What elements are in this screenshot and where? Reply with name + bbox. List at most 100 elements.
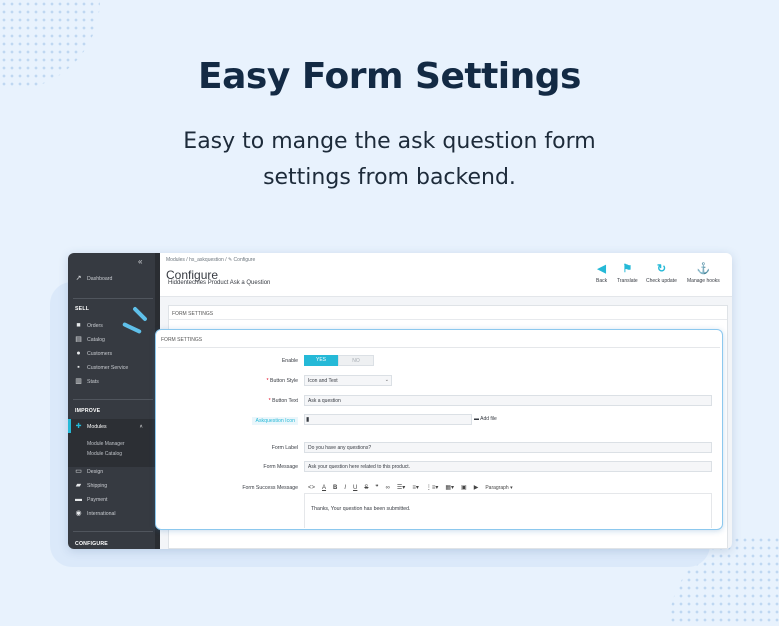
- toggle-yes[interactable]: YES: [304, 355, 338, 366]
- form-label-input[interactable]: Do you have any questions?: [304, 442, 712, 453]
- align-icon[interactable]: ☰▾: [397, 484, 405, 491]
- label-text: Button Style: [270, 378, 298, 384]
- sidebar-item-customer-service[interactable]: ▪ Customer Service: [75, 364, 128, 371]
- image-icon[interactable]: ▣: [461, 484, 467, 491]
- breadcrumb[interactable]: Modules / hs_askquestion / ✎ Configure: [166, 257, 255, 263]
- text-color-icon[interactable]: A: [322, 485, 326, 491]
- back-arrow-icon: ◀: [597, 263, 606, 275]
- button-text-label: * Button Text: [269, 398, 298, 404]
- trend-icon: ↗: [75, 275, 82, 282]
- page-header: Modules / hs_askquestion / ✎ Configure C…: [160, 253, 732, 297]
- success-message-editor[interactable]: Thanks, Your question has been submitted…: [304, 494, 712, 528]
- truck-icon: ▰: [75, 482, 82, 489]
- sidebar-item-dashboard[interactable]: ↗ Dashboard: [75, 275, 113, 282]
- subtitle-line-2: settings from backend.: [263, 165, 516, 190]
- button-label: Translate: [617, 278, 638, 284]
- page-subtitle: Easy to mange the ask question form sett…: [0, 124, 779, 196]
- panel-heading: FORM SETTINGS: [161, 337, 203, 343]
- quote-icon[interactable]: ❞: [375, 484, 378, 491]
- store-icon: ▤: [75, 336, 82, 343]
- back-button[interactable]: ◀ Back: [596, 263, 607, 284]
- sidebar-item-catalog[interactable]: ▤ Catalog: [75, 336, 105, 343]
- sidebar-item-stats[interactable]: ▥ Stats: [75, 378, 99, 385]
- file-icon: ▮: [306, 417, 310, 423]
- button-style-select[interactable]: Icon and Text ⌄: [304, 375, 392, 386]
- user-icon: ●: [76, 350, 81, 357]
- sidebar-item-label: International: [87, 510, 116, 517]
- basket-icon: ■: [76, 322, 81, 329]
- editor-toolbar: <> A B I U S ❞ ∞ ☰▾ ≡▾ ⋮≡▾ ▦▾ ▣ ▶ Paragr…: [304, 482, 712, 494]
- form-label-label: Form Label: [271, 445, 298, 451]
- success-message-label: Form Success Message: [242, 485, 298, 491]
- sidebar-item-label: Modules: [87, 423, 107, 430]
- italic-icon[interactable]: I: [344, 485, 346, 491]
- translate-button[interactable]: ⚑ Translate: [617, 263, 638, 284]
- sidebar-heading-configure: CONFIGURE: [75, 541, 108, 547]
- bar-chart-icon: ▥: [75, 378, 82, 385]
- bold-icon[interactable]: B: [333, 485, 337, 491]
- button-label: Manage hooks: [687, 278, 720, 284]
- sidebar: « ↗ Dashboard SELL ■ Orders ▤ Catalog ● …: [68, 253, 160, 549]
- check-update-button[interactable]: ↻ Check update: [646, 263, 677, 284]
- sidebar-item-label: Customer Service: [87, 364, 129, 371]
- sidebar-item-label: Customers: [87, 350, 113, 357]
- panel-heading: FORM SETTINGS: [169, 306, 727, 320]
- globe-icon: ◉: [75, 510, 82, 517]
- code-icon[interactable]: <>: [308, 485, 315, 491]
- button-label: Add file: [480, 416, 497, 422]
- select-value: Icon and Text: [308, 378, 338, 384]
- sidebar-item-shipping[interactable]: ▰ Shipping: [75, 482, 107, 489]
- icon-label: Askquestion Icon: [252, 417, 298, 425]
- sidebar-item-label: Orders: [87, 322, 103, 329]
- sidebar-item-payment[interactable]: ▬ Payment: [75, 496, 107, 503]
- sidebar-subitem-module-manager[interactable]: Module Manager: [87, 441, 125, 447]
- subtitle-line-1: Easy to mange the ask question form: [183, 129, 596, 154]
- anchor-icon: ⚓: [696, 263, 711, 275]
- strikethrough-icon[interactable]: S: [364, 485, 368, 491]
- sidebar-item-label: Design: [87, 468, 104, 475]
- enable-label: Enable: [281, 358, 298, 364]
- sidebar-item-international[interactable]: ◉ International: [75, 510, 116, 517]
- divider: [73, 298, 153, 299]
- active-indicator: [68, 419, 71, 433]
- divider: [73, 399, 153, 400]
- divider: [158, 347, 720, 348]
- icon-file-input[interactable]: [304, 414, 472, 425]
- credit-card-icon: ▬: [75, 496, 82, 503]
- sidebar-subitem-module-catalog[interactable]: Module Catalog: [87, 451, 122, 457]
- flag-icon: ⚑: [622, 263, 633, 275]
- form-message-label: Form Message: [263, 464, 298, 470]
- sidebar-item-customers[interactable]: ● Customers: [75, 350, 112, 357]
- sidebar-item-label: Catalog: [87, 336, 105, 343]
- link-icon[interactable]: ∞: [386, 485, 390, 491]
- sidebar-heading-improve: IMPROVE: [75, 408, 101, 414]
- toggle-no[interactable]: NO: [338, 355, 374, 366]
- button-text-input[interactable]: Ask a question: [304, 395, 712, 406]
- media-icon[interactable]: ▶: [474, 484, 479, 491]
- header-subtitle: Hiddentechies Product Ask a Question: [168, 280, 271, 286]
- chevron-up-icon: ˄: [139, 423, 143, 430]
- bullet-list-icon[interactable]: ≡▾: [412, 484, 419, 491]
- double-chevron-left-icon[interactable]: «: [138, 257, 142, 266]
- sidebar-item-modules[interactable]: ✚ Modules ˄: [75, 423, 143, 430]
- button-label: Back: [596, 278, 608, 284]
- add-file-button[interactable]: ▬ Add file: [474, 416, 497, 422]
- enable-toggle[interactable]: YES NO: [304, 355, 374, 366]
- sidebar-item-design[interactable]: ▭ Design: [75, 468, 103, 475]
- divider: [73, 531, 153, 532]
- paragraph-select[interactable]: Paragraph ▾: [485, 485, 512, 491]
- form-message-input[interactable]: Ask your question here related to this p…: [304, 461, 712, 472]
- folder-icon: ▬: [474, 416, 479, 422]
- button-label: Check update: [646, 278, 677, 284]
- monitor-icon: ▭: [75, 468, 82, 475]
- chevron-down-icon: ⌄: [384, 377, 389, 383]
- manage-hooks-button[interactable]: ⚓ Manage hooks: [687, 263, 720, 284]
- editor-content: Thanks, Your question has been submitted…: [311, 506, 411, 512]
- select-value: Paragraph: [485, 484, 509, 491]
- numbered-list-icon[interactable]: ⋮≡▾: [426, 484, 439, 491]
- puzzle-icon: ✚: [75, 423, 82, 430]
- underline-icon[interactable]: U: [353, 485, 357, 491]
- table-icon[interactable]: ▦▾: [445, 484, 454, 491]
- sidebar-item-label: Stats: [87, 378, 99, 385]
- sidebar-item-orders[interactable]: ■ Orders: [75, 322, 103, 329]
